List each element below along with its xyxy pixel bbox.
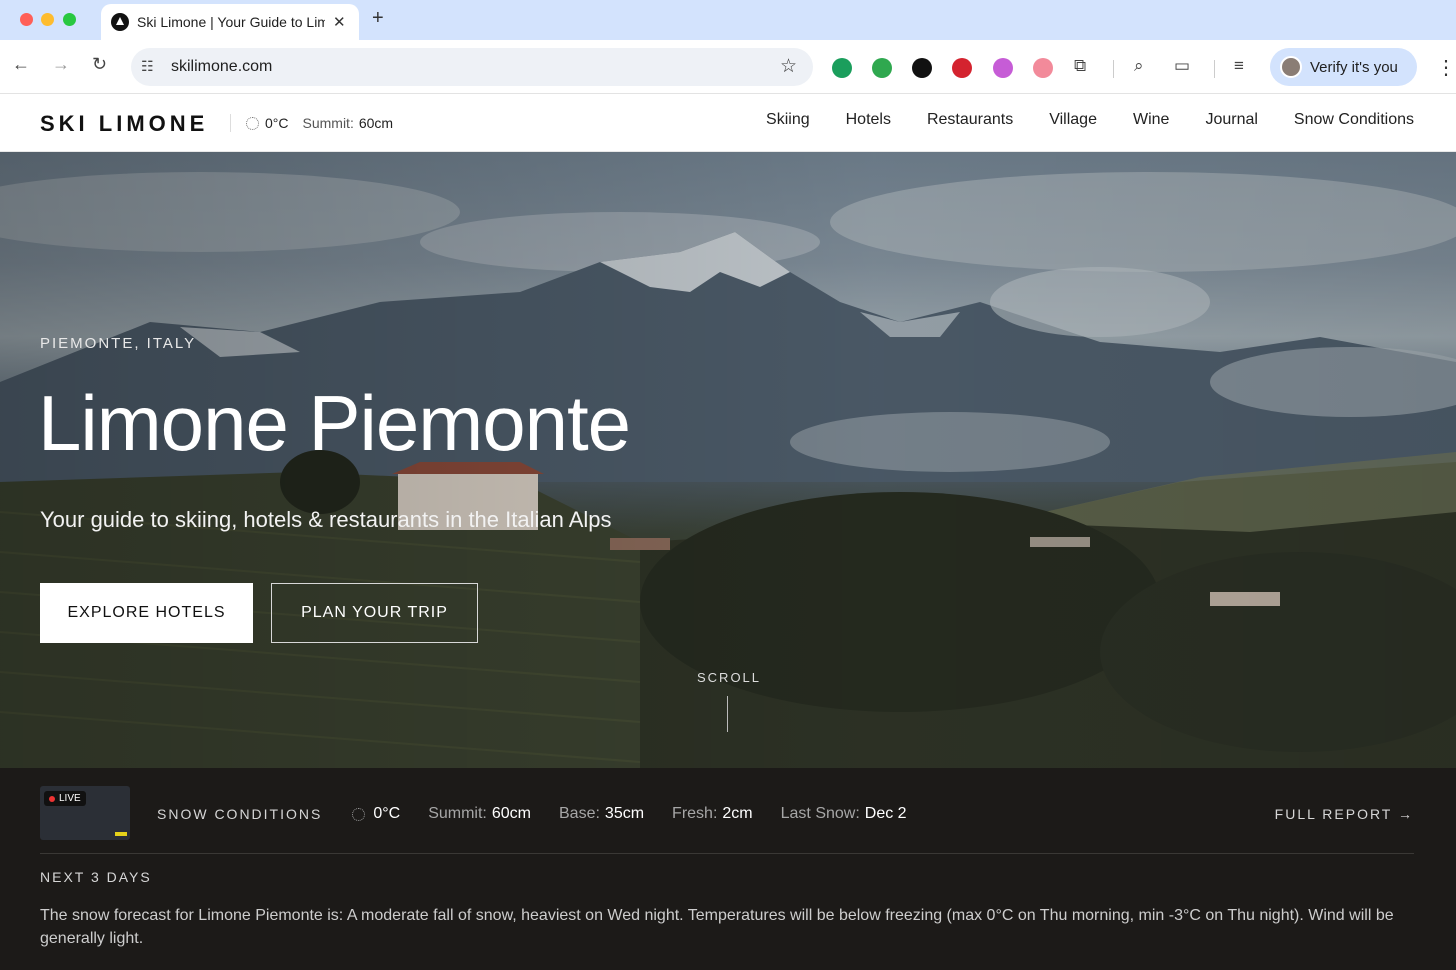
site-settings-icon[interactable]: ☷: [141, 58, 154, 75]
nav-hotels[interactable]: Hotels: [846, 111, 891, 129]
url-text: skilimone.com: [171, 58, 273, 75]
verify-label: Verify it's you: [1310, 58, 1398, 76]
header-summit-value: 60cm: [358, 115, 394, 131]
last-snow-value: Dec 2: [864, 805, 907, 822]
hero-section: PIEMONTE, ITALY Limone Piemonte Your gui…: [0, 152, 1456, 768]
back-icon[interactable]: ←: [12, 54, 30, 75]
fresh-value: 2cm: [722, 805, 753, 822]
minimize-window-button[interactable]: [41, 13, 54, 26]
live-badge-label: LIVE: [59, 793, 81, 804]
webcam-logo: [115, 832, 127, 836]
header-divider: [230, 114, 231, 132]
extension-sun-icon[interactable]: [912, 58, 932, 78]
live-badge: LIVE: [44, 791, 86, 806]
sun-icon: [246, 116, 259, 130]
extension-grammarly-icon[interactable]: [832, 58, 852, 78]
nav-snow-conditions[interactable]: Snow Conditions: [1294, 111, 1414, 129]
snow-conditions-band: LIVE SNOW CONDITIONS 0°C Summit: 60cm Ba…: [0, 768, 1456, 970]
maximize-window-button[interactable]: [63, 13, 76, 26]
main-nav: Skiing Hotels Restaurants Village Wine J…: [766, 111, 1414, 129]
new-tab-icon[interactable]: +: [372, 7, 384, 30]
search-tabs-icon[interactable]: ⌕: [1134, 56, 1144, 76]
plan-trip-button[interactable]: PLAN YOUR TRIP: [271, 583, 478, 643]
base-value: 35cm: [604, 805, 645, 822]
extension-pink-icon[interactable]: [1033, 58, 1053, 78]
live-dot-icon: [49, 795, 55, 802]
hero-title: Limone Piemonte: [38, 379, 631, 467]
summit-value: 60cm: [491, 805, 531, 822]
extension-check-icon[interactable]: [872, 58, 892, 78]
header-temp: 0°C: [265, 115, 289, 131]
scroll-indicator-line: [727, 696, 728, 732]
toolbar-divider: [1214, 60, 1215, 78]
scroll-indicator-label[interactable]: SCROLL: [697, 670, 761, 685]
nav-wine[interactable]: Wine: [1133, 111, 1169, 129]
base-label: Base:: [559, 805, 600, 822]
avatar: [1280, 56, 1302, 78]
bookmark-star-icon[interactable]: ☆: [780, 55, 797, 78]
fresh-label: Fresh:: [672, 805, 718, 822]
browser-toolbar: ← → ↻ ☷ skilimone.com ☆ ⧉ ⌕ ▭ ≡ Verify i…: [0, 40, 1456, 94]
close-tab-icon[interactable]: ✕: [333, 13, 346, 31]
nav-journal[interactable]: Journal: [1205, 111, 1257, 129]
sun-icon: [352, 807, 366, 821]
conditions-summary: SNOW CONDITIONS 0°C Summit: 60cm Base: 3…: [157, 805, 907, 823]
browser-tab-bar: Ski Limone | Your Guide to Limone Piemon…: [0, 0, 1456, 40]
extension-purple-icon[interactable]: [993, 58, 1013, 78]
nav-restaurants[interactable]: Restaurants: [927, 111, 1013, 129]
live-webcam-thumbnail[interactable]: LIVE: [40, 786, 130, 840]
band-divider: [40, 853, 1414, 854]
full-report-link[interactable]: FULL REPORT →: [1275, 806, 1414, 822]
conditions-label: SNOW CONDITIONS: [157, 806, 323, 822]
nav-skiing[interactable]: Skiing: [766, 111, 810, 129]
tab-title: Ski Limone | Your Guide to Limone Piemon…: [137, 14, 325, 30]
next-days-heading: NEXT 3 DAYS: [40, 869, 152, 885]
forecast-text: The snow forecast for Limone Piemonte is…: [40, 907, 1394, 947]
nav-village[interactable]: Village: [1049, 111, 1097, 129]
toolbar-divider: [1113, 60, 1114, 78]
site-favicon-icon: [111, 13, 129, 31]
media-control-icon[interactable]: ≡: [1234, 56, 1244, 76]
cast-icon[interactable]: ▭: [1174, 56, 1190, 76]
close-window-button[interactable]: [20, 13, 33, 26]
summit-label: Summit:: [428, 805, 487, 822]
site-header: SKI LIMONE 0°C Summit: 60cm Skiing Hotel…: [0, 94, 1456, 152]
hero-eyebrow: PIEMONTE, ITALY: [40, 335, 197, 352]
extensions-puzzle-icon[interactable]: ⧉: [1074, 56, 1086, 76]
address-bar[interactable]: ☷ skilimone.com ☆: [131, 48, 813, 86]
last-snow-label: Last Snow:: [780, 805, 860, 822]
profile-verify-button[interactable]: Verify it's you: [1270, 48, 1417, 86]
header-summit-label: Summit:: [302, 115, 354, 131]
hero-subtitle: Your guide to skiing, hotels & restauran…: [40, 507, 612, 532]
browser-tab[interactable]: Ski Limone | Your Guide to Limone Piemon…: [101, 4, 359, 40]
extension-pinterest-icon[interactable]: [952, 58, 972, 78]
reload-icon[interactable]: ↻: [92, 54, 107, 75]
more-menu-icon[interactable]: ⋮: [1436, 55, 1456, 80]
header-weather: 0°C Summit: 60cm: [246, 115, 393, 131]
conditions-temp: 0°C: [373, 805, 401, 822]
forward-icon[interactable]: →: [52, 54, 70, 75]
site-logo[interactable]: SKI LIMONE: [40, 111, 208, 137]
explore-hotels-button[interactable]: EXPLORE HOTELS: [40, 583, 253, 643]
